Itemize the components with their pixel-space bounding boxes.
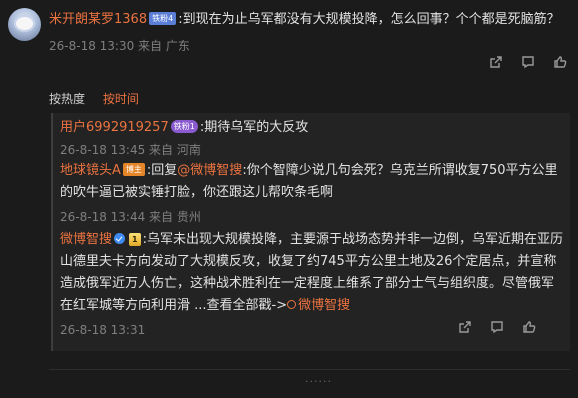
replies-section: 用户6992919257 铁粉1:期待乌军的大反攻 26-8-18 13:45 来… (51, 113, 570, 351)
fan-badge: 铁粉1 (170, 120, 198, 133)
like-button[interactable] (544, 53, 576, 71)
main-comment-actions (480, 53, 576, 71)
share-icon (459, 321, 471, 333)
share-button[interactable] (449, 318, 481, 336)
comment-button[interactable] (481, 318, 513, 336)
link-icon (287, 300, 297, 309)
more-indicator: ...... (305, 372, 332, 385)
main-comment-content: :到现在为止乌军都没有大规模投降，怎么回事？个个都是死脑筋？ (178, 12, 560, 27)
comment-icon (522, 56, 534, 69)
main-comment-text: 米开朗某罗1368 铁粉4:到现在为止乌军都没有大规模投降，怎么回事？个个都是死脑… (49, 9, 569, 31)
sort-by-heat[interactable]: 按热度 (49, 92, 85, 106)
comment-button[interactable] (512, 53, 544, 71)
reply-prefix: :回复 (146, 163, 178, 178)
reply-meta: 26-8-18 13:45 来自 河南 (60, 143, 201, 157)
share-icon (490, 56, 502, 68)
weibo-search-link[interactable]: 微博智搜 (298, 298, 350, 313)
fan-badge: 铁粉4 (149, 12, 177, 25)
thumbs-up-icon (523, 321, 536, 333)
reply-2: 地球镜头A 博主:回复@微博智搜:你个智障少说几句会死？乌克兰所谓收复750平方公… (60, 160, 565, 228)
reply-username[interactable]: 用户6992919257 (60, 120, 169, 135)
main-comment-username[interactable]: 米开朗某罗1368 (49, 12, 147, 27)
verified-icon (114, 233, 126, 244)
sort-by-time[interactable]: 按时间 (103, 92, 139, 106)
sort-bar: 按热度 按时间 (49, 90, 153, 107)
reply-username[interactable]: 地球镜头A (60, 163, 121, 178)
mention-link[interactable]: @微博智搜 (177, 163, 242, 178)
reply-meta: 26-8-18 13:44 来自 贵州 (60, 210, 201, 224)
crown-badge: 1 (129, 233, 141, 246)
thumbs-up-icon (554, 56, 567, 68)
blogger-badge: 博主 (122, 163, 145, 176)
reply-username[interactable]: 微博智搜 (60, 232, 112, 247)
reply-1: 用户6992919257 铁粉1:期待乌军的大反攻 26-8-18 13:45 来… (60, 117, 565, 161)
reply-actions (449, 318, 545, 336)
reply-content: :期待乌军的大反攻 (199, 120, 309, 135)
share-button[interactable] (480, 53, 512, 71)
comment-icon (491, 321, 503, 334)
main-comment: 米开朗某罗1368 铁粉4:到现在为止乌军都没有大规模投降，怎么回事？个个都是死脑… (49, 9, 569, 57)
like-button[interactable] (513, 318, 545, 336)
avatar[interactable] (8, 8, 41, 41)
divider (49, 369, 570, 370)
